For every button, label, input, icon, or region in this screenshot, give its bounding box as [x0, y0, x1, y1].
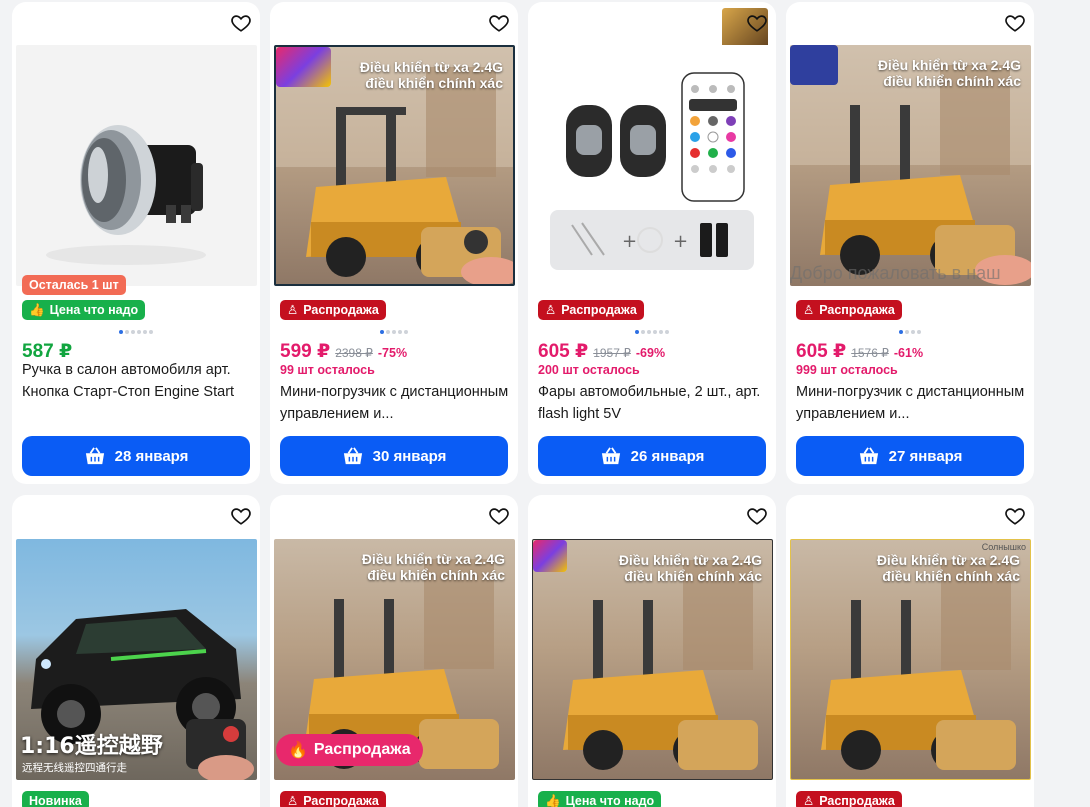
- product-grid: Осталась 1 шт 👍 Цена что надо 587 ₽ Ручк…: [0, 0, 1090, 807]
- product-title[interactable]: Фары автомобильные, 2 шт., арт. flash li…: [538, 381, 768, 425]
- old-price: 1957 ₽: [593, 346, 631, 360]
- favorite-heart-icon[interactable]: [486, 503, 512, 529]
- sale-label: Распродажа: [819, 303, 895, 317]
- thumbs-up-icon: 👍: [545, 794, 561, 807]
- favorite-heart-icon[interactable]: [486, 10, 512, 36]
- image-overlay-text: Điều khiển từ xa 2.4G điều khiển chính x…: [359, 59, 503, 91]
- product-card[interactable]: + + ♙ Распродажа 605 ₽ 1957 ₽ -69% 200 ш…: [528, 2, 776, 484]
- product-image[interactable]: Điều khiển từ xa 2.4G điều khiển chính x…: [790, 45, 1031, 286]
- favorite-heart-icon[interactable]: [744, 10, 770, 36]
- sale-person-icon: ♙: [287, 794, 299, 807]
- price-row: 599 ₽ 2398 ₽ -75%: [280, 340, 407, 363]
- sale-badge: ♙ Распродажа: [538, 300, 644, 320]
- image-overlay-text: Điều khiển từ xa 2.4G điều khiển chính x…: [877, 57, 1021, 89]
- new-badge: Новинка: [22, 791, 89, 807]
- sale-person-icon: ♙: [545, 303, 557, 317]
- image-pager-dots: [12, 330, 260, 334]
- favorite-heart-icon[interactable]: [1002, 503, 1028, 529]
- good-price-badge: 👍 Цена что надо: [538, 791, 662, 807]
- product-card[interactable]: Điều khiển từ xa 2.4G điều khiển chính x…: [270, 495, 518, 807]
- delivery-date: 30 января: [372, 447, 447, 465]
- product-image[interactable]: + +: [532, 45, 773, 286]
- price: 599 ₽: [280, 341, 331, 362]
- image-watermark: Добро пожаловать в наш: [790, 263, 1001, 283]
- good-price-label: Цена что надо: [565, 794, 655, 807]
- sale-label: Распродажа: [819, 794, 895, 807]
- price: 605 ₽: [538, 341, 589, 362]
- delivery-button[interactable]: 30 января: [280, 436, 508, 476]
- basket-icon: [601, 447, 620, 465]
- discount: -61%: [893, 346, 924, 360]
- image-pager-dots: [270, 330, 518, 334]
- shop-logo: [533, 540, 567, 572]
- sale-label: Распродажа: [303, 303, 379, 317]
- stock-count: 99 шт осталось: [280, 363, 375, 377]
- product-image[interactable]: Солнышко Điều khiển từ xa 2.4G điều khiể…: [790, 539, 1031, 780]
- svg-text:+: +: [622, 231, 637, 252]
- image-sale-label: 🔥 Распродажа: [276, 734, 423, 766]
- thumbs-up-icon: 👍: [29, 303, 45, 317]
- image-overlay-text: Điều khiển từ xa 2.4G điều khiển chính x…: [361, 551, 505, 583]
- sale-person-icon: ♙: [803, 794, 815, 807]
- stock-left-badge: Осталась 1 шт: [22, 275, 126, 295]
- image-overlay-text: Điều khiển từ xa 2.4G điều khiển chính x…: [618, 552, 762, 584]
- favorite-heart-icon[interactable]: [228, 10, 254, 36]
- fire-icon: 🔥: [288, 742, 308, 759]
- image-caption-title: 1:16遥控越野: [20, 734, 163, 759]
- product-title[interactable]: Мини-погрузчик с дистанционным управлени…: [280, 381, 510, 425]
- old-price: 1576 ₽: [851, 346, 889, 360]
- sale-badge: ♙ Распродажа: [796, 300, 902, 320]
- sale-person-icon: ♙: [287, 303, 299, 317]
- old-price: 2398 ₽: [335, 346, 373, 360]
- price-row: 605 ₽ 1957 ₽ -69%: [538, 340, 665, 363]
- product-card[interactable]: Điều khiển từ xa 2.4G điều khiển chính x…: [786, 2, 1034, 484]
- favorite-heart-icon[interactable]: [744, 503, 770, 529]
- stock-count: 200 шт осталось: [538, 363, 640, 377]
- image-overlay-text: Điều khiển từ xa 2.4G điều khiển chính x…: [876, 552, 1020, 584]
- delivery-date: 28 января: [114, 447, 189, 465]
- product-card[interactable]: Осталась 1 шт 👍 Цена что надо 587 ₽ Ручк…: [12, 2, 260, 484]
- product-image[interactable]: 1:16遥控越野 远程无线遥控四通行走: [16, 539, 257, 780]
- shop-tag: Солнышко: [981, 542, 1026, 552]
- product-title[interactable]: Ручка в салон автомобиля арт. Кнопка Ста…: [22, 359, 252, 403]
- product-image[interactable]: Điều khiển từ xa 2.4G điều khiển chính x…: [274, 45, 515, 286]
- product-image[interactable]: [16, 45, 257, 286]
- price-row: 605 ₽ 1576 ₽ -61%: [796, 340, 923, 363]
- discount: -69%: [635, 346, 666, 360]
- sale-badge: ♙ Распродажа: [280, 300, 386, 320]
- basket-icon: [343, 447, 362, 465]
- product-card[interactable]: Солнышко Điều khiển từ xa 2.4G điều khiể…: [786, 495, 1034, 807]
- image-pager-dots: [786, 330, 1034, 334]
- stock-count: 999 шт осталось: [796, 363, 898, 377]
- sale-person-icon: ♙: [803, 303, 815, 317]
- product-image[interactable]: Điều khiển từ xa 2.4G điều khiển chính x…: [532, 539, 773, 780]
- discount: -75%: [377, 346, 408, 360]
- delivery-button[interactable]: 28 января: [22, 436, 250, 476]
- delivery-button[interactable]: 26 января: [538, 436, 766, 476]
- product-card[interactable]: 1:16遥控越野 远程无线遥控四通行走 Новинка: [12, 495, 260, 807]
- svg-text:+: +: [673, 231, 688, 252]
- image-pager-dots: [528, 330, 776, 334]
- product-card[interactable]: Điều khiển từ xa 2.4G điều khiển chính x…: [270, 2, 518, 484]
- product-card[interactable]: Điều khiển từ xa 2.4G điều khiển chính x…: [528, 495, 776, 807]
- shop-logo: [790, 45, 838, 85]
- sale-badge: ♙ Распродажа: [280, 791, 386, 807]
- product-image[interactable]: Điều khiển từ xa 2.4G điều khiển chính x…: [274, 539, 515, 780]
- sale-label: Распродажа: [303, 794, 379, 807]
- delivery-button[interactable]: 27 января: [796, 436, 1024, 476]
- delivery-date: 27 января: [888, 447, 963, 465]
- sale-badge: ♙ Распродажа: [796, 791, 902, 807]
- good-price-label: Цена что надо: [49, 303, 139, 317]
- delivery-date: 26 января: [630, 447, 705, 465]
- basket-icon: [85, 447, 104, 465]
- shop-logo: [276, 47, 331, 87]
- image-caption-subtitle: 远程无线遥控四通行走: [22, 762, 127, 774]
- good-price-badge: 👍 Цена что надо: [22, 300, 146, 320]
- product-title[interactable]: Мини-погрузчик с дистанционным управлени…: [796, 381, 1026, 425]
- basket-icon: [859, 447, 878, 465]
- favorite-heart-icon[interactable]: [228, 503, 254, 529]
- sale-label: Распродажа: [561, 303, 637, 317]
- price: 605 ₽: [796, 341, 847, 362]
- favorite-heart-icon[interactable]: [1002, 10, 1028, 36]
